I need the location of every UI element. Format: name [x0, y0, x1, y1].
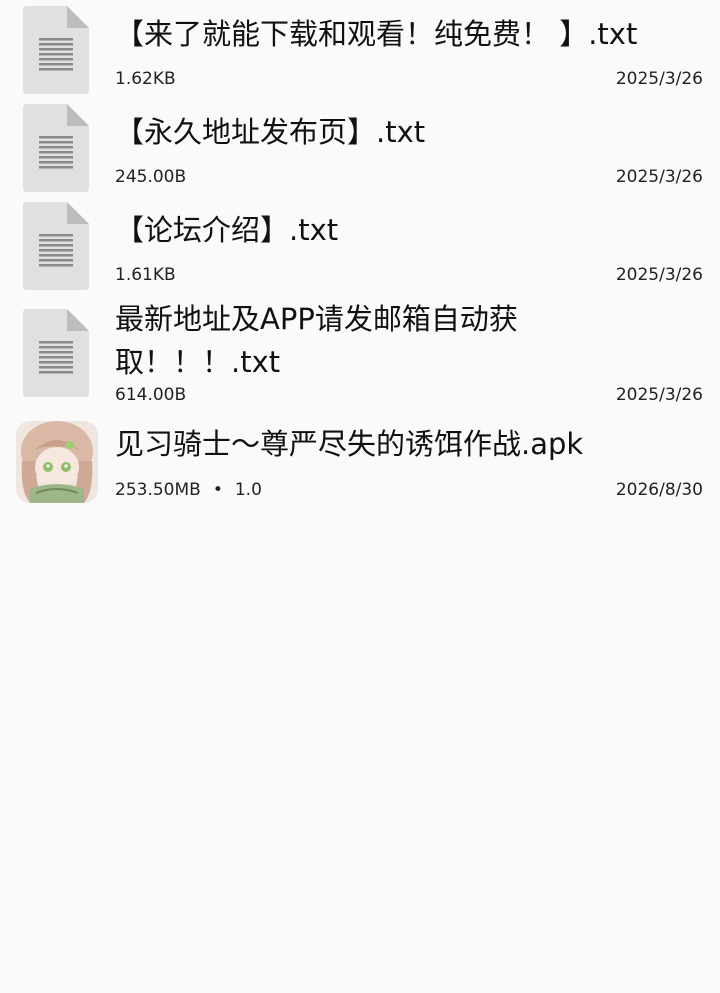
file-name: 最新地址及APP请发邮箱自动获取！！！.txt — [115, 302, 518, 379]
file-size-version: 253.50MB • 1.0 — [115, 479, 262, 501]
text-file-icon — [23, 6, 89, 94]
file-row[interactable]: 【永久地址发布页】.txt 245.00B 2025/3/26 — [0, 98, 720, 196]
file-name: 【来了就能下载和观看！纯免费！ 】.txt — [115, 17, 638, 51]
file-name: 【论坛介绍】.txt — [115, 213, 339, 247]
app-version: 1.0 — [234, 480, 262, 500]
file-size: 614.00B — [115, 385, 187, 405]
text-file-icon — [23, 309, 89, 397]
file-date: 2025/3/26 — [615, 385, 703, 405]
file-size: 253.50MB — [115, 480, 201, 500]
file-date: 2026/8/30 — [615, 480, 703, 500]
file-name: 见习骑士～尊严尽失的诱饵作战.apk — [115, 427, 584, 461]
file-size: 245.00B — [115, 167, 187, 187]
file-size: 1.61KB — [115, 265, 176, 285]
file-date: 2025/3/26 — [615, 69, 703, 89]
file-row[interactable]: 【论坛介绍】.txt 1.61KB 2025/3/26 — [0, 196, 720, 294]
app-thumbnail-icon — [16, 421, 98, 503]
file-row[interactable]: 见习骑士～尊严尽失的诱饵作战.apk 253.50MB • 1.0 2026/8/3… — [0, 412, 720, 512]
text-file-icon — [23, 104, 89, 192]
file-row[interactable]: 【来了就能下载和观看！纯免费！ 】.txt 1.62KB 2025/3/26 — [0, 0, 720, 98]
text-file-icon — [23, 202, 89, 290]
file-name: 【永久地址发布页】.txt — [115, 115, 426, 149]
file-date: 2025/3/26 — [615, 265, 703, 285]
meta-separator: • — [212, 480, 223, 500]
file-row[interactable]: 最新地址及APP请发邮箱自动获取！！！.txt 614.00B 2025/3/2… — [0, 294, 720, 412]
file-size: 1.62KB — [115, 69, 176, 89]
file-date: 2025/3/26 — [615, 167, 703, 187]
